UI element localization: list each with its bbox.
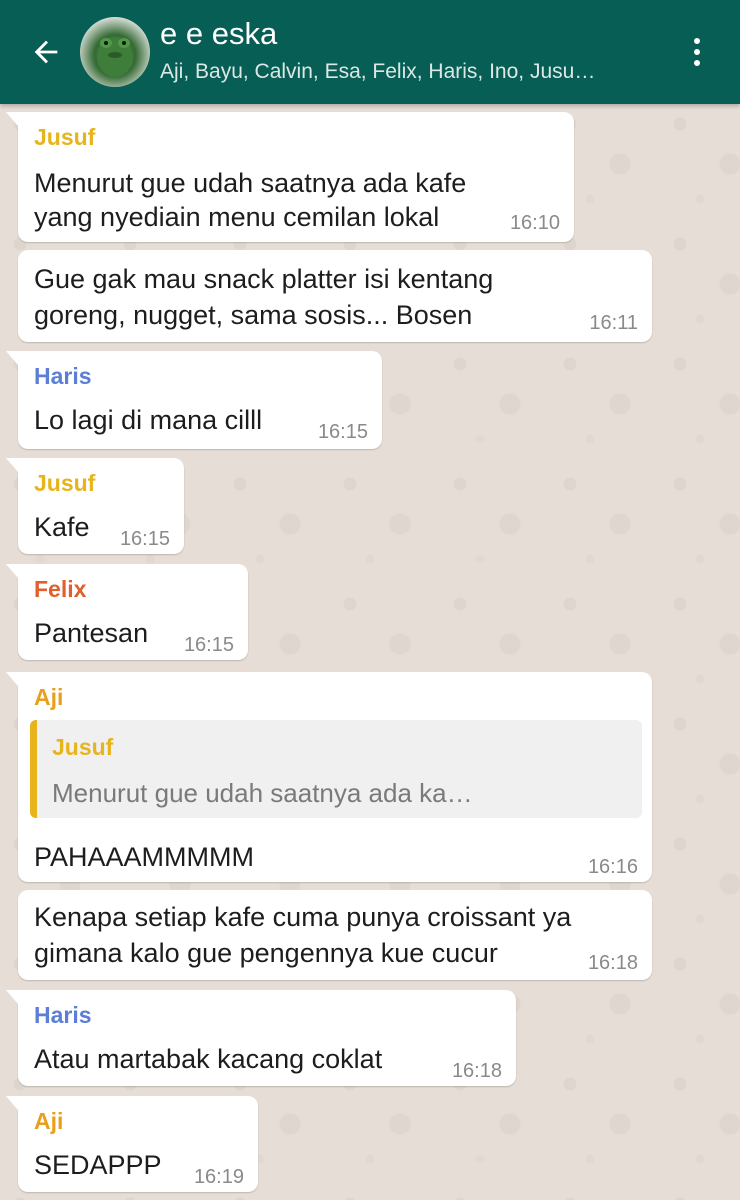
message-bubble[interactable]: Haris Atau martabak kacang coklat 16:18 <box>6 990 516 1086</box>
message-bubble[interactable]: Aji Jusuf Menurut gue udah saatnya ada k… <box>6 672 652 882</box>
quote-accent-bar <box>30 720 37 818</box>
message-bubble[interactable]: Kenapa setiap kafe cuma punya croissant … <box>18 890 652 980</box>
arrow-left-icon <box>34 40 58 64</box>
message-sender: Jusuf <box>34 124 96 150</box>
message-bubble[interactable]: Jusuf Kafe 16:15 <box>6 458 184 554</box>
more-options-button[interactable] <box>682 30 712 74</box>
quoted-sender: Jusuf <box>52 734 114 760</box>
message-bubble[interactable]: Haris Lo lagi di mana cilll 16:15 <box>6 351 382 449</box>
message-text: Menurut gue udah saatnya ada kafe <box>34 168 467 198</box>
chat-members[interactable]: Aji, Bayu, Calvin, Esa, Felix, Haris, In… <box>160 60 650 84</box>
message-text: yang nyediain menu cemilan lokal <box>34 202 440 232</box>
message-text: Kenapa setiap kafe cuma punya croissant … <box>34 902 572 932</box>
message-text: Lo lagi di mana cilll <box>34 405 263 435</box>
message-sender: Aji <box>34 1108 64 1134</box>
message-bubble[interactable]: Gue gak mau snack platter isi kentang go… <box>18 250 652 342</box>
message-sender: Haris <box>34 1002 92 1028</box>
message-text: Pantesan <box>34 618 149 648</box>
message-bubble[interactable]: Jusuf Menurut gue udah saatnya ada kafe … <box>6 112 574 242</box>
message-time: 16:15 <box>317 421 368 443</box>
avatar-image <box>97 37 133 77</box>
group-avatar[interactable] <box>80 17 150 87</box>
message-sender: Haris <box>34 363 92 389</box>
message-text: PAHAAAMMMMM <box>34 842 254 872</box>
quoted-text: Menurut gue udah saatnya ada ka… <box>52 778 473 808</box>
message-sender: Aji <box>34 684 64 710</box>
message-bubble[interactable]: Felix Pantesan 16:15 <box>6 564 248 660</box>
message-text: Gue gak mau snack platter isi kentang <box>34 264 494 294</box>
message-time: 16:18 <box>587 952 638 974</box>
message-text: Atau martabak kacang coklat <box>34 1044 383 1074</box>
message-text: gimana kalo gue pengennya kue cucur <box>34 938 498 968</box>
message-time: 16:16 <box>587 856 638 878</box>
message-time: 16:10 <box>509 212 560 234</box>
message-time: 16:11 <box>589 312 638 334</box>
message-time: 16:15 <box>183 634 234 656</box>
message-time: 16:15 <box>119 528 170 550</box>
message-time: 16:18 <box>451 1060 502 1082</box>
chat-title[interactable]: e e eska <box>160 16 277 52</box>
more-vert-icon <box>694 38 700 44</box>
chat-header: e e eska Aji, Bayu, Calvin, Esa, Felix, … <box>0 0 740 104</box>
message-bubble[interactable]: Aji SEDAPPP 16:19 <box>6 1096 258 1192</box>
message-sender: Felix <box>34 576 87 602</box>
back-button[interactable] <box>24 30 68 74</box>
message-text: Kafe <box>34 512 90 542</box>
message-text: SEDAPPP <box>34 1150 162 1180</box>
message-time: 16:19 <box>193 1166 244 1188</box>
message-text: goreng, nugget, sama sosis... Bosen <box>34 300 473 330</box>
message-sender: Jusuf <box>34 470 96 496</box>
quoted-message[interactable]: Jusuf Menurut gue udah saatnya ada ka… <box>30 720 642 818</box>
